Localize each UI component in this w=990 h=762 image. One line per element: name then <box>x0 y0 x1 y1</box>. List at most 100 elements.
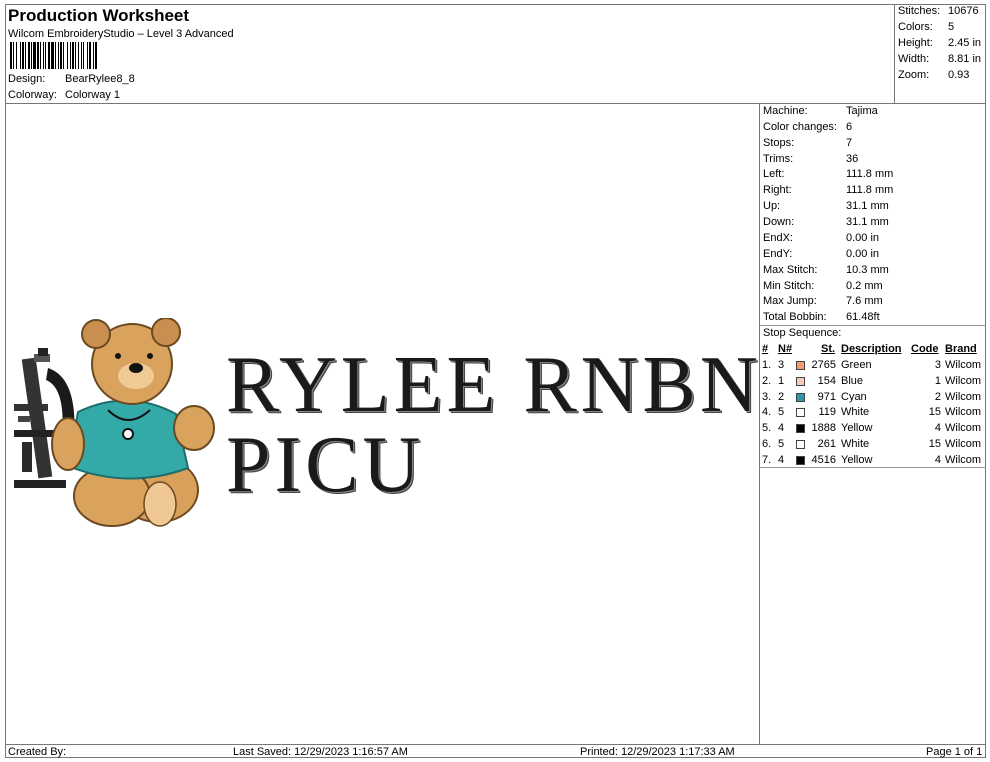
design-label: Design: <box>8 73 46 85</box>
row-description: Yellow <box>841 453 873 466</box>
color-swatch <box>796 424 805 434</box>
info-label: Stops: <box>763 137 795 149</box>
info-label: Left: <box>763 168 785 180</box>
row-num: 1. <box>762 359 772 371</box>
stat-value: 0.93 <box>948 69 970 81</box>
color-swatch <box>796 455 805 465</box>
info-value: 36 <box>846 153 859 165</box>
stop-sequence-divider <box>759 325 986 326</box>
row-stitches: 4516 <box>811 453 836 466</box>
color-swatch <box>796 392 805 402</box>
row-code: 4 <box>934 453 941 466</box>
row-brand: Wilcom <box>945 422 982 435</box>
col-header-brand: Brand <box>945 343 977 355</box>
info-value: 31.1 mm <box>846 216 889 228</box>
row-stitches: 154 <box>817 374 836 387</box>
row-code: 1 <box>934 374 941 387</box>
col-header-code: Code <box>911 343 939 355</box>
teddy-bear-icon <box>51 318 215 527</box>
row-code: 15 <box>928 406 941 419</box>
row-brand: Wilcom <box>945 406 982 419</box>
footer-page-number: Page 1 of 1 <box>926 746 983 758</box>
info-value: 6 <box>846 121 853 133</box>
info-label: Total Bobbin: <box>763 311 827 323</box>
bear-microscope-graphic <box>14 318 215 527</box>
row-description: Cyan <box>841 390 867 403</box>
barcode <box>10 42 184 69</box>
stats-divider <box>894 4 895 103</box>
row-brand: Wilcom <box>945 390 982 403</box>
design-value: BearRylee8_8 <box>65 73 135 85</box>
row-num: 2. <box>762 374 772 387</box>
row-num: 4. <box>762 406 772 419</box>
app-subtitle: Wilcom EmbroideryStudio – Level 3 Advanc… <box>8 28 234 40</box>
stat-label: Colors: <box>898 21 933 33</box>
info-value: 0.00 in <box>846 232 880 244</box>
info-value: 7 <box>846 137 853 149</box>
stop-sequence-title: Stop Sequence: <box>763 327 842 339</box>
row-stitches: 1888 <box>811 422 836 435</box>
info-value: 61.48ft <box>846 311 880 323</box>
row-description: Green <box>841 359 872 371</box>
info-value: 10.3 mm <box>846 264 889 276</box>
info-value: Tajima <box>846 105 878 117</box>
stop-sequence-row: 2. 1 154 Blue 1 Wilcom <box>761 375 985 390</box>
info-value: 0.2 mm <box>846 280 883 292</box>
row-stitches: 2765 <box>811 359 836 371</box>
info-label: Color changes: <box>763 121 837 133</box>
info-label: Down: <box>763 216 795 228</box>
info-value: 111.8 mm <box>846 168 894 180</box>
row-needle: 5 <box>778 406 785 419</box>
row-num: 7. <box>762 453 772 466</box>
footer-printed: Printed: 12/29/2023 1:17:33 AM <box>580 746 735 758</box>
row-stitches: 971 <box>817 390 836 403</box>
info-value: 31.1 mm <box>846 200 889 212</box>
info-label: Right: <box>763 184 792 196</box>
col-header-n: N# <box>778 343 793 355</box>
stat-value: 2.45 in <box>948 37 982 49</box>
row-description: Blue <box>841 374 864 387</box>
row-needle: 4 <box>778 422 785 435</box>
row-stitches: 119 <box>818 406 836 419</box>
info-value: 7.6 mm <box>846 295 883 307</box>
footer-last-saved: Last Saved: 12/29/2023 1:16:57 AM <box>233 746 408 758</box>
row-brand: Wilcom <box>945 374 982 387</box>
stat-label: Stitches: <box>898 5 941 17</box>
color-swatch <box>796 361 805 370</box>
row-brand: Wilcom <box>945 359 982 371</box>
row-num: 5. <box>762 422 772 435</box>
stat-label: Height: <box>898 37 933 49</box>
stop-sequence-row: 3. 2 971 Cyan 2 Wilcom <box>761 391 985 406</box>
row-num: 6. <box>762 438 772 450</box>
header-divider <box>5 103 986 104</box>
colorway-label: Colorway: <box>8 89 57 101</box>
row-needle: 5 <box>778 438 785 450</box>
design-text-line1: RYLEE RNBN <box>226 341 762 429</box>
row-code: 15 <box>928 438 941 450</box>
stat-label: Width: <box>898 53 930 65</box>
row-num: 3. <box>762 390 772 403</box>
info-label: EndY: <box>763 248 793 260</box>
color-swatch <box>796 408 805 418</box>
row-code: 4 <box>934 422 941 435</box>
info-label: Max Stitch: <box>763 264 818 276</box>
info-label: Trims: <box>763 153 794 165</box>
row-needle: 2 <box>778 390 785 403</box>
design-text-line2: PICU <box>226 421 425 509</box>
footer-divider <box>5 744 986 745</box>
footer-created-by: Created By: <box>8 746 67 758</box>
stop-sequence-row: 5. 4 1888 Yellow 4 Wilcom <box>761 422 985 437</box>
row-needle: 4 <box>778 453 785 466</box>
color-swatch <box>796 440 805 449</box>
page-title: Production Worksheet <box>8 6 190 25</box>
colorway-value: Colorway 1 <box>65 89 121 101</box>
info-value: 111.8 mm <box>846 184 894 196</box>
stat-value: 10676 <box>948 5 979 17</box>
row-description: White <box>841 438 870 450</box>
col-header-description: Description <box>841 343 902 355</box>
stop-sequence-row: 6. 5 261 White 15 Wilcom <box>761 438 985 453</box>
stat-value: 5 <box>948 21 955 33</box>
row-code: 2 <box>934 390 941 403</box>
row-description: Yellow <box>841 422 873 435</box>
info-label: Up: <box>763 200 781 212</box>
